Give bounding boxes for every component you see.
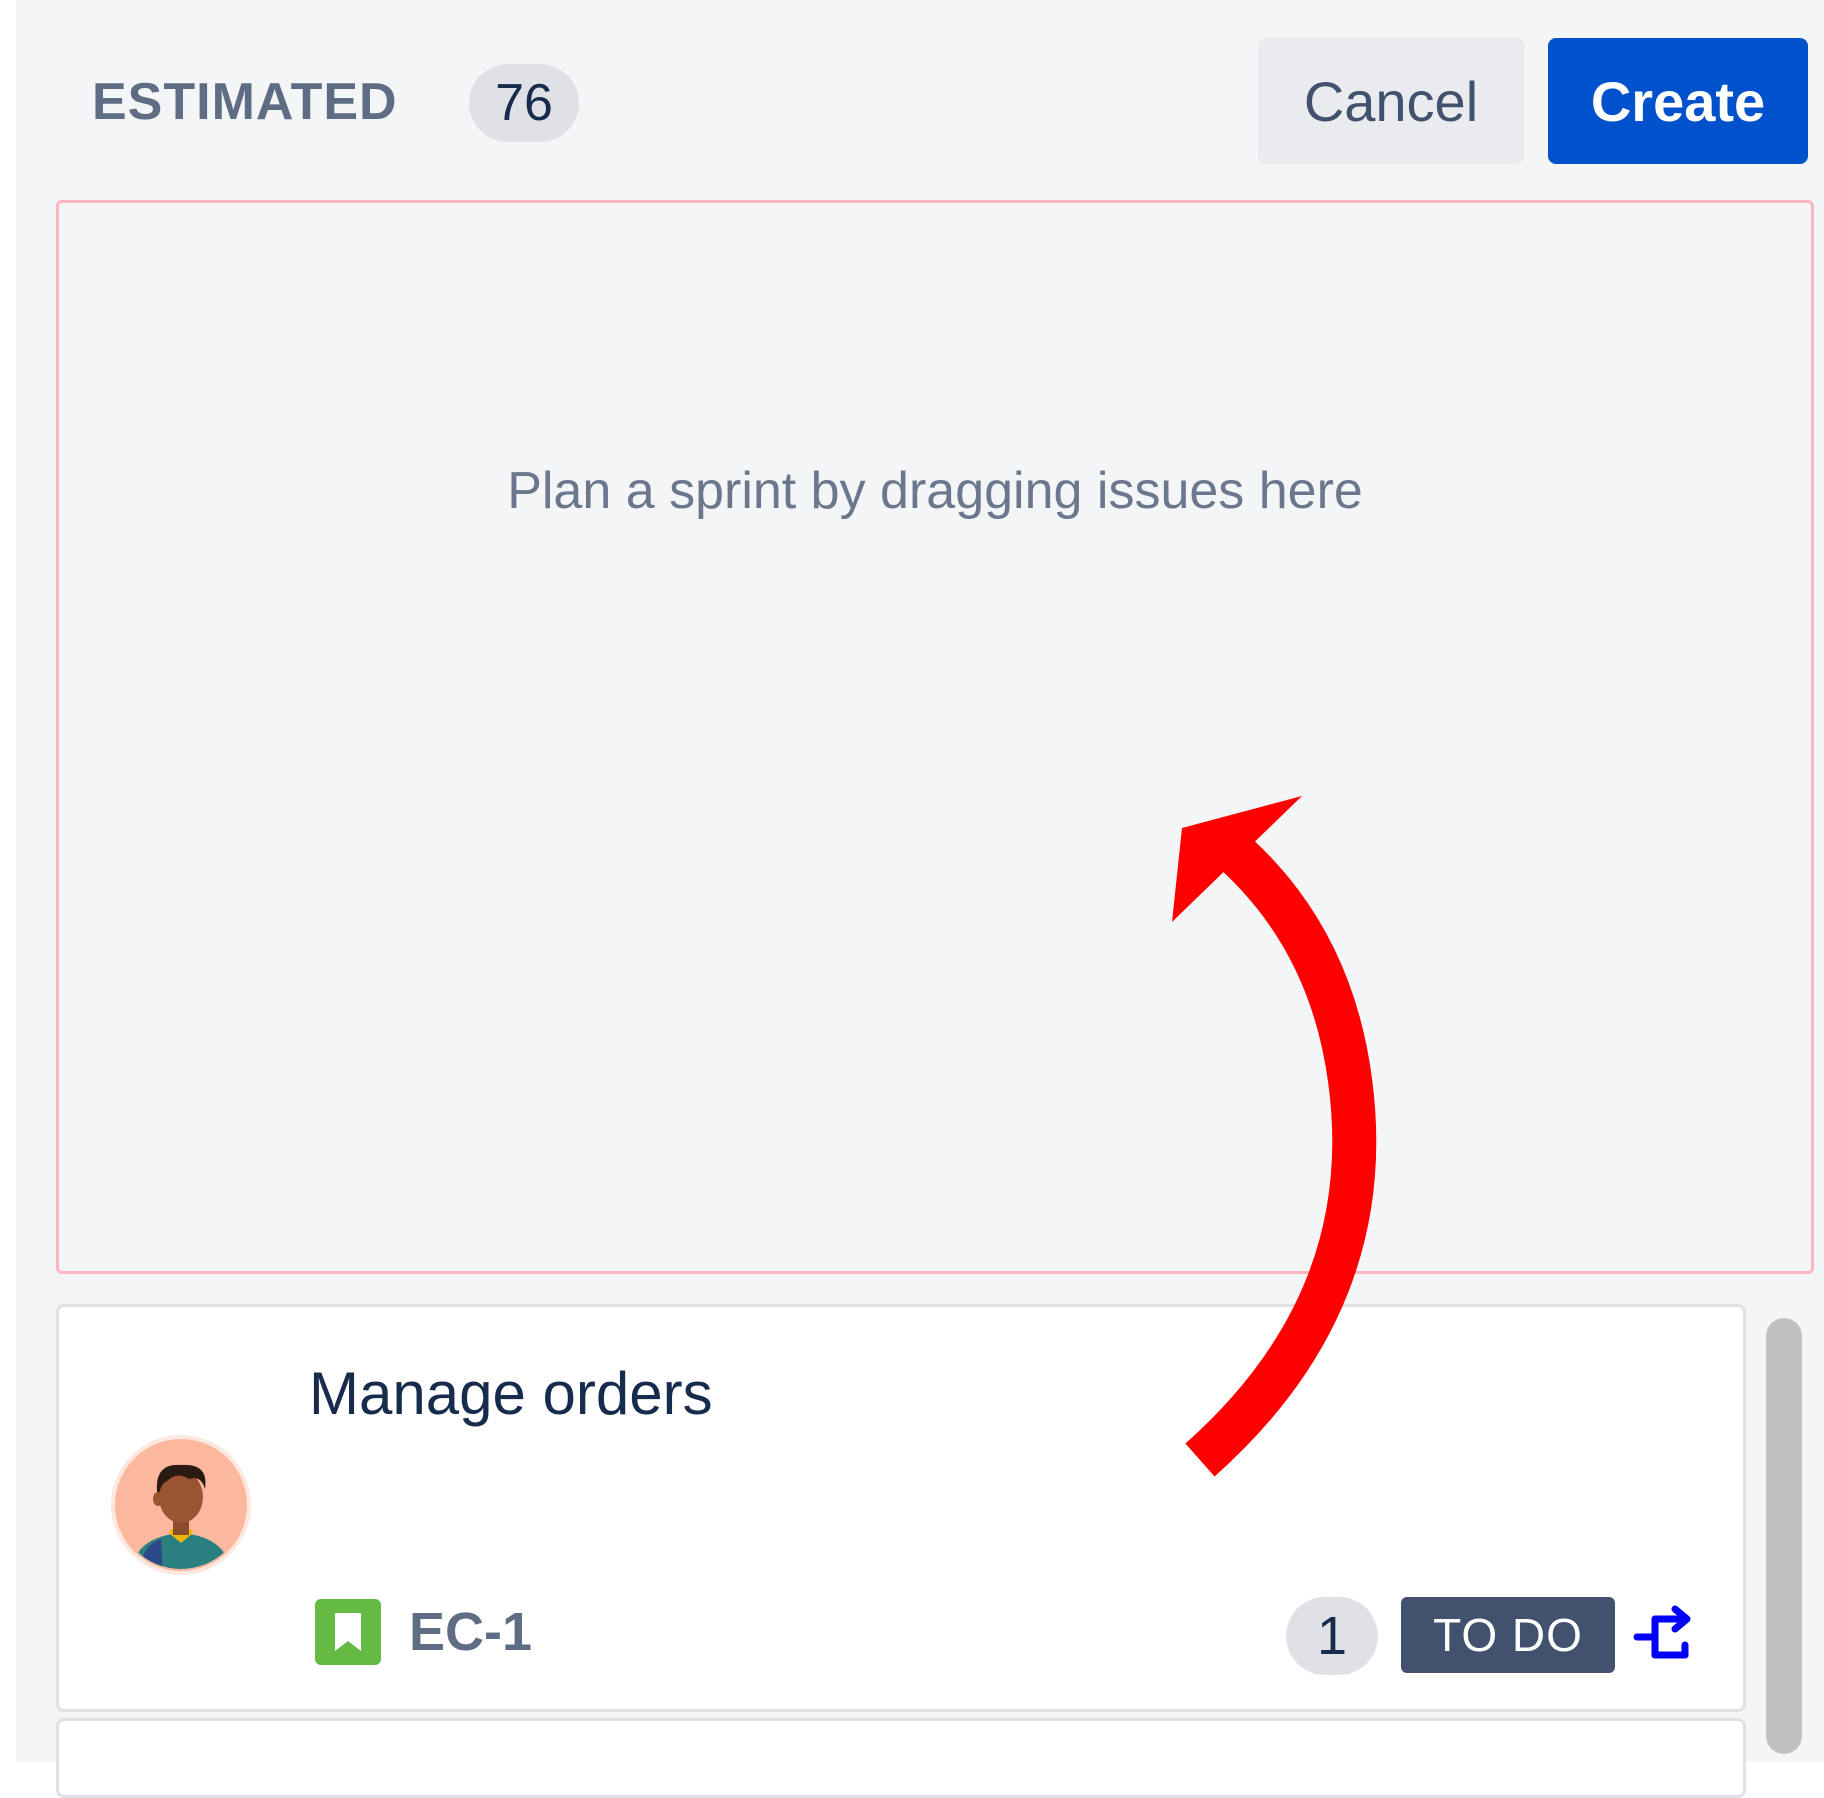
issue-key[interactable]: EC-1 bbox=[409, 1601, 532, 1663]
sprint-dropzone[interactable]: Plan a sprint by dragging issues here bbox=[56, 200, 1814, 1274]
story-icon bbox=[315, 1599, 381, 1665]
status-lozenge: TO DO bbox=[1401, 1597, 1615, 1673]
create-button[interactable]: Create bbox=[1548, 38, 1808, 164]
estimated-count-badge: 76 bbox=[469, 64, 579, 142]
story-points-badge: 1 bbox=[1286, 1597, 1378, 1675]
assignee-avatar[interactable] bbox=[111, 1435, 251, 1575]
avatar-person-icon bbox=[115, 1439, 247, 1571]
issue-title: Manage orders bbox=[309, 1360, 713, 1427]
dropzone-hint: Plan a sprint by dragging issues here bbox=[507, 462, 1363, 520]
issue-card[interactable]: Manage orders EC-1 1 TO DO bbox=[56, 1304, 1746, 1712]
priority-icon bbox=[1633, 1605, 1691, 1659]
next-issue-card[interactable] bbox=[56, 1718, 1746, 1798]
scrollbar-thumb[interactable] bbox=[1766, 1318, 1802, 1754]
scrollbar[interactable] bbox=[1754, 1304, 1814, 1762]
sprint-panel: ESTIMATED 76 Cancel Create Plan a sprint… bbox=[16, 0, 1824, 1798]
cancel-button[interactable]: Cancel bbox=[1258, 38, 1524, 164]
estimated-label: ESTIMATED bbox=[92, 73, 398, 131]
